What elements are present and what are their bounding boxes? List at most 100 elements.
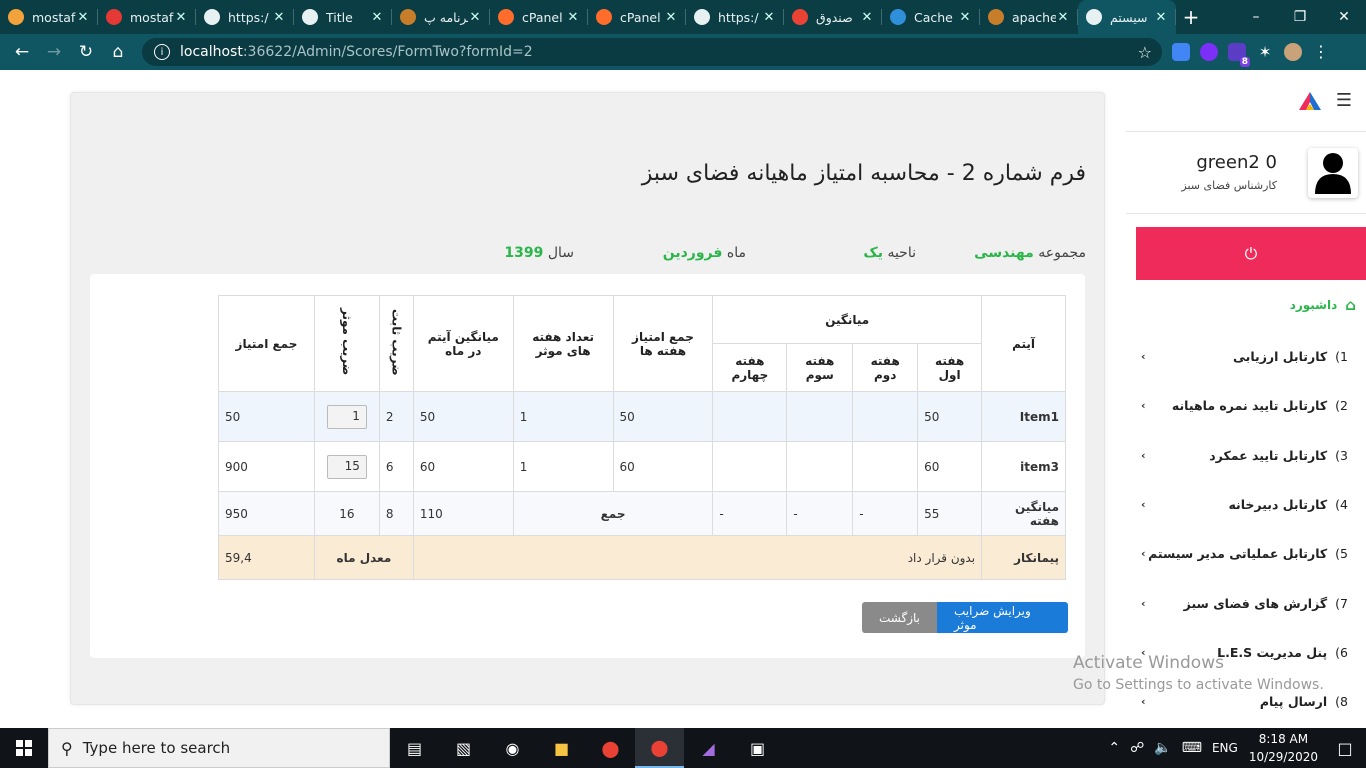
tab-close-icon[interactable]: ✕ — [566, 10, 580, 25]
browser-tab[interactable]: mostaf ✕ — [98, 0, 196, 34]
form-meta: مجموعه مهندسی ناحیه یک ماه فروردین سال 1… — [71, 245, 1086, 265]
task-view-icon[interactable]: ▤ — [390, 728, 439, 768]
tab-close-icon[interactable]: ✕ — [76, 10, 90, 25]
user-role: کارشناس فضای سبز — [1181, 179, 1277, 192]
tab-favicon-icon — [302, 9, 318, 25]
clock[interactable]: 8:18 AM 10/29/2020 — [1249, 730, 1318, 766]
bookmark-star-icon[interactable]: ☆ — [1138, 43, 1152, 62]
browser-tab[interactable]: Title ✕ — [294, 0, 392, 34]
chevron-icon: › — [1141, 498, 1146, 512]
header-week2: هفته دوم — [852, 343, 919, 392]
effective-coef-input[interactable]: 15 — [326, 454, 367, 479]
app-icon[interactable]: ▣ — [733, 728, 782, 768]
home-button[interactable]: ⌂ — [102, 36, 134, 68]
weekly-average-fixed: 8 — [378, 491, 414, 536]
tab-favicon-icon — [400, 9, 416, 25]
profile-avatar[interactable] — [1284, 43, 1302, 61]
sidebar-item-number: 7) — [1335, 595, 1348, 611]
sidebar-item-number: 5) — [1335, 546, 1348, 562]
url-input[interactable]: i localhost:36622/Admin/Scores/FormTwo?f… — [142, 38, 1162, 66]
browser-tab[interactable]: سیستم ✕ — [1078, 0, 1176, 34]
chrome-active-icon[interactable]: ⬤ — [635, 728, 684, 768]
file-explorer-icon[interactable]: ■ — [537, 728, 586, 768]
extension-badge: 8 — [1239, 57, 1250, 67]
browser-tab[interactable]: cPanel ✕ — [490, 0, 588, 34]
extensions-area: 8 ✶ ⋮ — [1172, 38, 1330, 67]
sidebar-item[interactable]: 3) کارتابل تایید عمکرد › — [1126, 431, 1366, 480]
sidebar-item[interactable]: 4) کارتابل دبیرخانه › — [1126, 480, 1366, 529]
chevron-up-icon[interactable]: ⌃ — [1108, 740, 1120, 756]
tab-close-icon[interactable]: ✕ — [272, 10, 286, 25]
sidebar-item[interactable]: 5) کارتابل عملیاتی مدیر سیستم › — [1126, 529, 1366, 578]
app-icon[interactable]: ▧ — [439, 728, 488, 768]
sidebar: ☰ green2 0 کارشناس فضای سبز ⏻ ⌂ داشبورد — [1126, 70, 1366, 728]
tab-close-icon[interactable]: ✕ — [1154, 10, 1168, 25]
sidebar-item[interactable]: 7) گزارش های فضای سبز › — [1126, 578, 1366, 627]
tab-close-icon[interactable]: ✕ — [860, 10, 874, 25]
page-content: فرم شماره 2 - محاسبه امتیاز ماهیانه فضای… — [0, 70, 1366, 728]
browser-tab[interactable]: apache ✕ — [980, 0, 1078, 34]
logout-button[interactable]: ⏻ — [1136, 227, 1366, 280]
tab-close-icon[interactable]: ✕ — [468, 10, 482, 25]
chrome-icon[interactable]: ⬤ — [586, 728, 635, 768]
volume-icon[interactable]: 🔈 — [1154, 740, 1171, 756]
header-week4: هفته چهارم — [712, 343, 788, 392]
sidebar-item-dashboard[interactable]: ⌂ داشبورد — [1290, 296, 1356, 314]
translate-extension-icon[interactable] — [1172, 43, 1190, 61]
header-fixed-coef: ضریب ثابت — [378, 295, 414, 392]
browser-tab[interactable]: Cache ✕ — [882, 0, 980, 34]
browser-tab[interactable]: https:/✕ — [196, 0, 294, 34]
visual-studio-icon[interactable]: ◢ — [684, 728, 733, 768]
address-bar-row: ← → ↻ ⌂ i localhost:36622/Admin/Scores/F… — [0, 34, 1366, 70]
browser-tab[interactable]: cPanel ✕ — [588, 0, 686, 34]
tab-close-icon[interactable]: ✕ — [664, 10, 678, 25]
taskbar-search-input[interactable]: ⚲ Type here to search — [48, 728, 390, 768]
tab-title: https:/ — [228, 9, 269, 25]
forward-button[interactable]: → — [38, 36, 70, 68]
tab-favicon-icon — [1086, 9, 1102, 25]
tab-close-icon[interactable]: ✕ — [762, 10, 776, 25]
close-window-button[interactable]: ✕ — [1322, 0, 1366, 34]
form-buttons: بازگشت ویرایش ضرایب موثر — [862, 602, 1068, 633]
browser-tab[interactable]: mostaf ✕ — [0, 0, 98, 34]
tab-close-icon[interactable]: ✕ — [1056, 10, 1070, 25]
score-table: آیتم میانگین جمع امتیاز هفته ها تعداد هف… — [218, 295, 1066, 580]
puzzle-icon[interactable]: ✶ — [1256, 43, 1274, 61]
start-button[interactable] — [0, 728, 48, 768]
tab-favicon-icon — [8, 9, 24, 25]
tab-close-icon[interactable]: ✕ — [370, 10, 384, 25]
edit-coefficients-button[interactable]: ویرایش ضرایب موثر — [937, 602, 1068, 633]
watermark-subtitle: Go to Settings to activate Windows. — [1073, 677, 1324, 693]
restore-button[interactable]: ❐ — [1278, 0, 1322, 34]
weekly-average-label: میانگین هفته — [981, 491, 1066, 536]
sum-label: جمع — [512, 491, 714, 536]
tab-close-icon[interactable]: ✕ — [958, 10, 972, 25]
back-button[interactable]: بازگشت — [862, 602, 937, 633]
sidebar-item[interactable]: 1) کارتابل ارزیابی › — [1126, 332, 1366, 381]
app-icon[interactable]: ◉ — [488, 728, 537, 768]
chevron-icon: › — [1141, 547, 1146, 561]
minimize-button[interactable]: – — [1234, 0, 1278, 34]
row-week-sum: 50 — [612, 391, 714, 442]
notification-icon[interactable]: □ — [1330, 739, 1360, 758]
browser-menu-icon[interactable]: ⋮ — [1312, 43, 1330, 61]
browser-tab[interactable]: صندوق ✕ — [784, 0, 882, 34]
row-week1: 60 — [917, 441, 983, 492]
network-icon[interactable]: ☍ — [1130, 740, 1144, 756]
tab-close-icon[interactable]: ✕ — [174, 10, 188, 25]
new-tab-button[interactable]: + — [1176, 0, 1206, 34]
info-icon[interactable]: i — [154, 44, 170, 60]
effective-coef-input[interactable]: 1 — [326, 404, 367, 429]
extension-icon[interactable] — [1200, 43, 1218, 61]
reload-button[interactable]: ↻ — [70, 36, 102, 68]
browser-tab[interactable]: برنامه پ ✕ — [392, 0, 490, 34]
back-button[interactable]: ← — [6, 36, 38, 68]
hamburger-menu-icon[interactable]: ☰ — [1336, 90, 1352, 111]
user-profile: green2 0 کارشناس فضای سبز — [1126, 132, 1366, 214]
sidebar-item-number: 8) — [1335, 694, 1348, 710]
browser-tab[interactable]: https:/✕ — [686, 0, 784, 34]
language-indicator[interactable]: ENG — [1212, 741, 1238, 755]
extension-badge-icon[interactable]: 8 — [1228, 43, 1250, 67]
keyboard-icon[interactable]: ⌨ — [1182, 740, 1202, 756]
sidebar-item[interactable]: 2) کارتابل تایید نمره ماهیانه › — [1126, 381, 1366, 430]
